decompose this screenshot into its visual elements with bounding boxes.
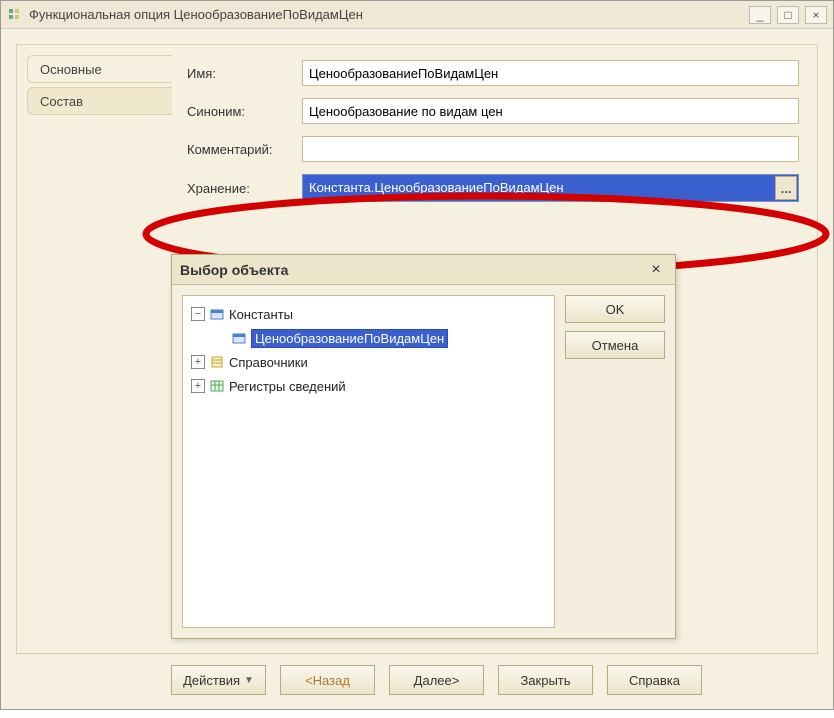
next-button[interactable]: Далее>	[389, 665, 484, 695]
help-button[interactable]: Справка	[607, 665, 702, 695]
object-picker-dialog: Выбор объекта × − Константы	[171, 254, 676, 639]
minimize-button[interactable]: _	[749, 6, 771, 24]
storage-picker-button[interactable]: ...	[775, 176, 797, 200]
close-window-button[interactable]: Закрыть	[498, 665, 593, 695]
comment-input[interactable]	[302, 136, 799, 162]
maximize-button[interactable]: □	[777, 6, 799, 24]
constants-icon	[209, 306, 225, 322]
help-label: Справка	[629, 673, 680, 688]
close-label: Закрыть	[520, 673, 570, 688]
object-tree[interactable]: − Константы ЦенообразованиеПоВидамЦен	[182, 295, 555, 628]
info-registers-icon	[209, 378, 225, 394]
tab-main-label: Основные	[40, 62, 102, 77]
back-button[interactable]: <Назад	[280, 665, 375, 695]
tree-label-constant-item: ЦенообразованиеПоВидамЦен	[251, 329, 448, 348]
cancel-button[interactable]: Отмена	[565, 331, 665, 359]
dialog-close-button[interactable]: ×	[645, 260, 667, 280]
tree-label-constants: Константы	[229, 307, 293, 322]
expand-icon[interactable]: +	[191, 379, 205, 393]
storage-input[interactable]: Константа.ЦенообразованиеПоВидамЦен	[302, 174, 799, 202]
window-title: Функциональная опция ЦенообразованиеПоВи…	[29, 7, 749, 22]
synonym-input[interactable]	[302, 98, 799, 124]
form-area: Имя: Синоним: Комментарий: Хранение: Кон…	[187, 60, 799, 214]
dialog-buttons: OK Отмена	[565, 295, 665, 628]
tree-label-info-registers: Регистры сведений	[229, 379, 346, 394]
footer-buttons: Действия ▼ <Назад Далее> Закрыть Справка	[171, 665, 813, 695]
main-area: Основные Состав Имя: Синоним: Комментари…	[1, 29, 833, 709]
side-tabs: Основные Состав	[17, 55, 172, 115]
titlebar: Функциональная опция ЦенообразованиеПоВи…	[1, 1, 833, 29]
tree-node-constant-item[interactable]: ЦенообразованиеПоВидамЦен	[187, 326, 550, 350]
synonym-label: Синоним:	[187, 104, 302, 119]
tab-main[interactable]: Основные	[27, 55, 172, 83]
window-controls: _ □ ×	[749, 6, 827, 24]
tree-node-catalogs[interactable]: + Справочники	[187, 350, 550, 374]
tree-node-info-registers[interactable]: + Регистры сведений	[187, 374, 550, 398]
storage-label: Хранение:	[187, 181, 302, 196]
expand-icon[interactable]: +	[191, 355, 205, 369]
dialog-titlebar: Выбор объекта ×	[172, 255, 675, 285]
dialog-body: − Константы ЦенообразованиеПоВидамЦен	[172, 285, 675, 638]
comment-label: Комментарий:	[187, 142, 302, 157]
tab-composition[interactable]: Состав	[27, 87, 172, 115]
next-label: Далее>	[414, 673, 460, 688]
app-icon	[7, 7, 23, 23]
collapse-icon[interactable]: −	[191, 307, 205, 321]
actions-button[interactable]: Действия ▼	[171, 665, 266, 695]
constant-item-icon	[231, 330, 247, 346]
tab-composition-label: Состав	[40, 94, 83, 109]
main-window: Функциональная опция ЦенообразованиеПоВи…	[0, 0, 834, 710]
chevron-down-icon: ▼	[244, 675, 254, 686]
catalogs-icon	[209, 354, 225, 370]
close-button[interactable]: ×	[805, 6, 827, 24]
name-input[interactable]	[302, 60, 799, 86]
ok-button[interactable]: OK	[565, 295, 665, 323]
dialog-title: Выбор объекта	[180, 262, 645, 278]
name-label: Имя:	[187, 66, 302, 81]
tree-label-catalogs: Справочники	[229, 355, 308, 370]
actions-label: Действия	[183, 673, 240, 688]
tree-node-constants[interactable]: − Константы	[187, 302, 550, 326]
back-label: <Назад	[305, 673, 350, 688]
